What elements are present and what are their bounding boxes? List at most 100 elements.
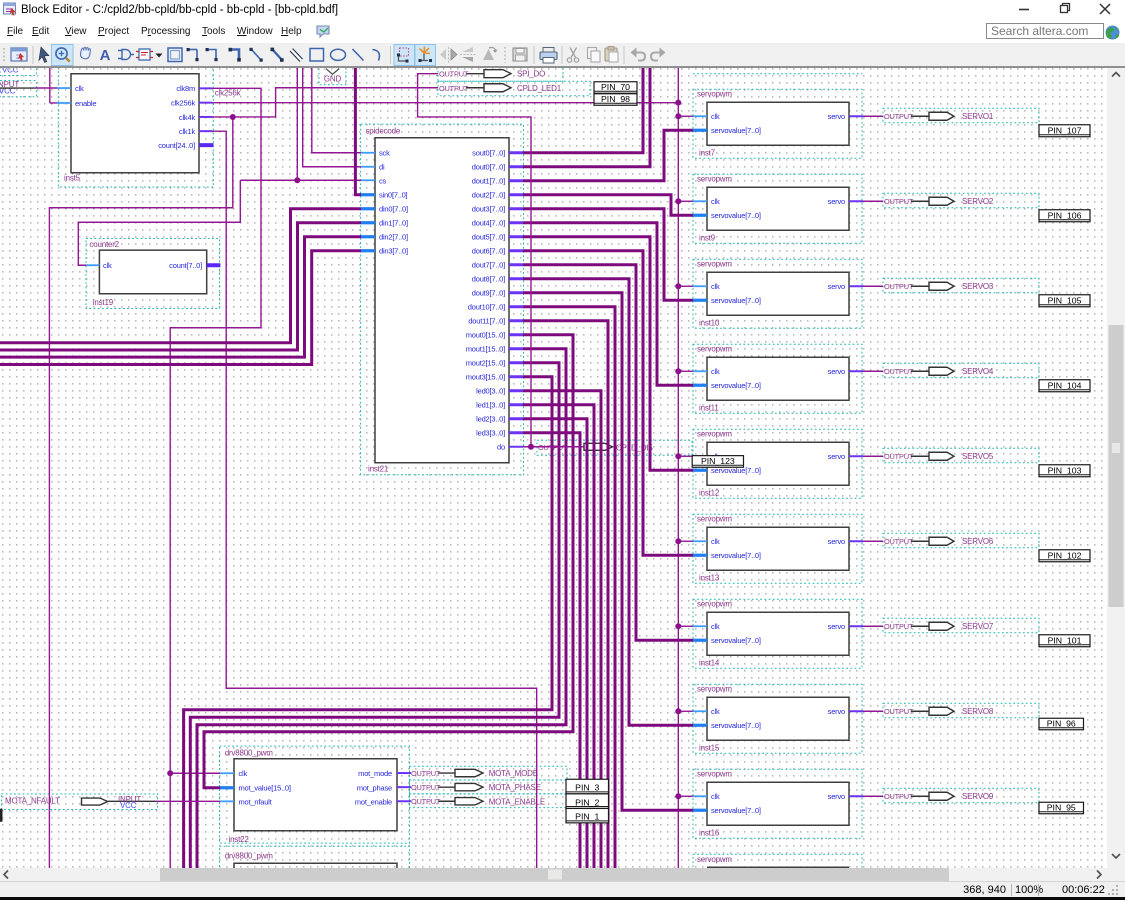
- svg-text:OUTPUT: OUTPUT: [884, 197, 914, 206]
- svg-text:servo: servo: [828, 367, 845, 376]
- svg-text:SERVO6: SERVO6: [962, 537, 994, 546]
- svg-text:PIN_103: PIN_103: [1048, 465, 1082, 475]
- svg-text:clk: clk: [711, 792, 720, 801]
- svg-text:SERVO1: SERVO1: [962, 112, 994, 121]
- svg-text:servopwm: servopwm: [697, 259, 732, 268]
- svg-text:clk: clk: [711, 112, 720, 121]
- svg-text:clk: clk: [75, 84, 84, 93]
- svg-text:sin0[7..0]: sin0[7..0]: [379, 190, 408, 199]
- svg-text:servo: servo: [828, 282, 845, 291]
- svg-text:OUTPUT: OUTPUT: [884, 452, 914, 461]
- svg-text:servovalue[7..0]: servovalue[7..0]: [711, 636, 761, 645]
- svg-text:servo: servo: [828, 197, 845, 206]
- svg-text:mout1[15..0]: mout1[15..0]: [466, 344, 505, 353]
- svg-text:VCC: VCC: [120, 801, 137, 810]
- svg-text:servopwm: servopwm: [697, 599, 732, 608]
- svg-text:clk: clk: [711, 197, 720, 206]
- svg-text:PIN_102: PIN_102: [1048, 550, 1082, 560]
- svg-text:servopwm: servopwm: [697, 344, 732, 353]
- svg-text:GND: GND: [324, 74, 342, 83]
- svg-text:inst15: inst15: [699, 743, 720, 752]
- svg-text:A: A: [100, 47, 111, 64]
- svg-text:mot_value[15..0]: mot_value[15..0]: [239, 783, 291, 792]
- svg-text:dout5[7..0]: dout5[7..0]: [472, 232, 505, 241]
- svg-text:SERVO5: SERVO5: [962, 452, 994, 461]
- svg-text:drv8800_pwm: drv8800_pwm: [225, 748, 274, 757]
- svg-text:clk: clk: [239, 769, 248, 778]
- svg-text:OUTPUT: OUTPUT: [439, 69, 469, 78]
- svg-text:dout11[7..0]: dout11[7..0]: [468, 316, 505, 325]
- svg-text:PIN_2: PIN_2: [575, 797, 599, 807]
- svg-text:SPI_DO: SPI_DO: [517, 69, 545, 78]
- svg-text:PIN_106: PIN_106: [1048, 210, 1082, 220]
- svg-text:servovalue[7..0]: servovalue[7..0]: [711, 296, 761, 305]
- svg-text:clk: clk: [103, 261, 112, 270]
- svg-text:clk1k: clk1k: [179, 126, 196, 135]
- svg-text:MOTA_NFAULT: MOTA_NFAULT: [5, 796, 60, 805]
- svg-text:clk: clk: [711, 707, 720, 716]
- svg-text:SERVO4: SERVO4: [962, 367, 994, 376]
- svg-text:di: di: [379, 162, 385, 171]
- svg-text:SERVO7: SERVO7: [962, 622, 994, 631]
- svg-text:servopwm: servopwm: [697, 174, 732, 183]
- svg-text:servovalue[7..0]: servovalue[7..0]: [711, 211, 761, 220]
- svg-text:OUTPUT: OUTPUT: [884, 792, 914, 801]
- svg-text:dout10[7..0]: dout10[7..0]: [468, 302, 505, 311]
- svg-text:do: do: [497, 442, 505, 451]
- svg-text:servovalue[7..0]: servovalue[7..0]: [711, 381, 761, 390]
- svg-text:mot_enable: mot_enable: [355, 797, 392, 806]
- svg-text:servovalue[7..0]: servovalue[7..0]: [711, 721, 761, 730]
- svg-text:servovalue[7..0]: servovalue[7..0]: [711, 126, 761, 135]
- svg-text:servo: servo: [828, 452, 845, 461]
- svg-text:VCC: VCC: [2, 68, 19, 74]
- svg-text:OUTPUT: OUTPUT: [884, 537, 914, 546]
- svg-text:inst19: inst19: [93, 297, 114, 306]
- svg-text:servo: servo: [828, 537, 845, 546]
- svg-text:OUTPUT: OUTPUT: [411, 797, 441, 806]
- svg-text:OUTPUT: OUTPUT: [884, 707, 914, 716]
- svg-text:servo: servo: [828, 622, 845, 631]
- svg-text:inst14: inst14: [699, 658, 720, 667]
- svg-text:CPLD_LED1: CPLD_LED1: [517, 83, 562, 92]
- svg-text:PIN_105: PIN_105: [1048, 295, 1082, 305]
- svg-text:PIN_1: PIN_1: [575, 811, 599, 821]
- svg-text:clk: clk: [711, 367, 720, 376]
- svg-text:OUTPUT: OUTPUT: [884, 622, 914, 631]
- svg-text:PIN_3: PIN_3: [575, 782, 599, 792]
- svg-text:OUTPUT: OUTPUT: [884, 367, 914, 376]
- svg-text:PIN_104: PIN_104: [1048, 380, 1082, 390]
- svg-text:spidecode: spidecode: [366, 126, 401, 135]
- svg-text:servopwm: servopwm: [697, 684, 732, 693]
- svg-text:mout2[15..0]: mout2[15..0]: [466, 358, 505, 367]
- svg-text:mout3[15..0]: mout3[15..0]: [466, 372, 505, 381]
- svg-text:inst21: inst21: [368, 464, 389, 473]
- svg-text:dout6[7..0]: dout6[7..0]: [472, 246, 505, 255]
- svg-text:OUTPUT: OUTPUT: [439, 83, 469, 92]
- svg-text:mot_mode: mot_mode: [358, 769, 392, 778]
- svg-text:mot_nfault: mot_nfault: [239, 797, 273, 806]
- svg-text:servovalue[7..0]: servovalue[7..0]: [711, 806, 761, 815]
- svg-text:clk: clk: [711, 537, 720, 546]
- svg-text:enable: enable: [75, 98, 96, 107]
- svg-text:PIN_96: PIN_96: [1047, 718, 1076, 728]
- svg-text:OUTPUT: OUTPUT: [411, 782, 441, 791]
- svg-text:servopwm: servopwm: [697, 769, 732, 778]
- svg-text:PIN_70: PIN_70: [601, 82, 630, 92]
- svg-text:servopwm: servopwm: [697, 854, 732, 863]
- svg-text:OUTPUT: OUTPUT: [411, 768, 441, 777]
- svg-text:inst5: inst5: [64, 173, 81, 182]
- svg-text:inst10: inst10: [699, 318, 720, 327]
- svg-text:cs: cs: [379, 176, 387, 185]
- svg-text:servopwm: servopwm: [697, 429, 732, 438]
- svg-text:dout7[7..0]: dout7[7..0]: [472, 260, 505, 269]
- svg-text:din2[7..0]: din2[7..0]: [379, 232, 408, 241]
- svg-text:mot_phase: mot_phase: [357, 783, 392, 792]
- svg-text:PIN_98: PIN_98: [601, 94, 630, 104]
- svg-text:sck: sck: [379, 148, 390, 157]
- svg-text:MOTA_MODE: MOTA_MODE: [489, 769, 538, 778]
- svg-text:led3[3..0]: led3[3..0]: [476, 428, 505, 437]
- svg-text:dout2[7..0]: dout2[7..0]: [472, 190, 505, 199]
- svg-text:mout0[15..0]: mout0[15..0]: [466, 330, 505, 339]
- svg-text:led0[3..0]: led0[3..0]: [476, 386, 505, 395]
- svg-text:OUTPUT: OUTPUT: [884, 282, 914, 291]
